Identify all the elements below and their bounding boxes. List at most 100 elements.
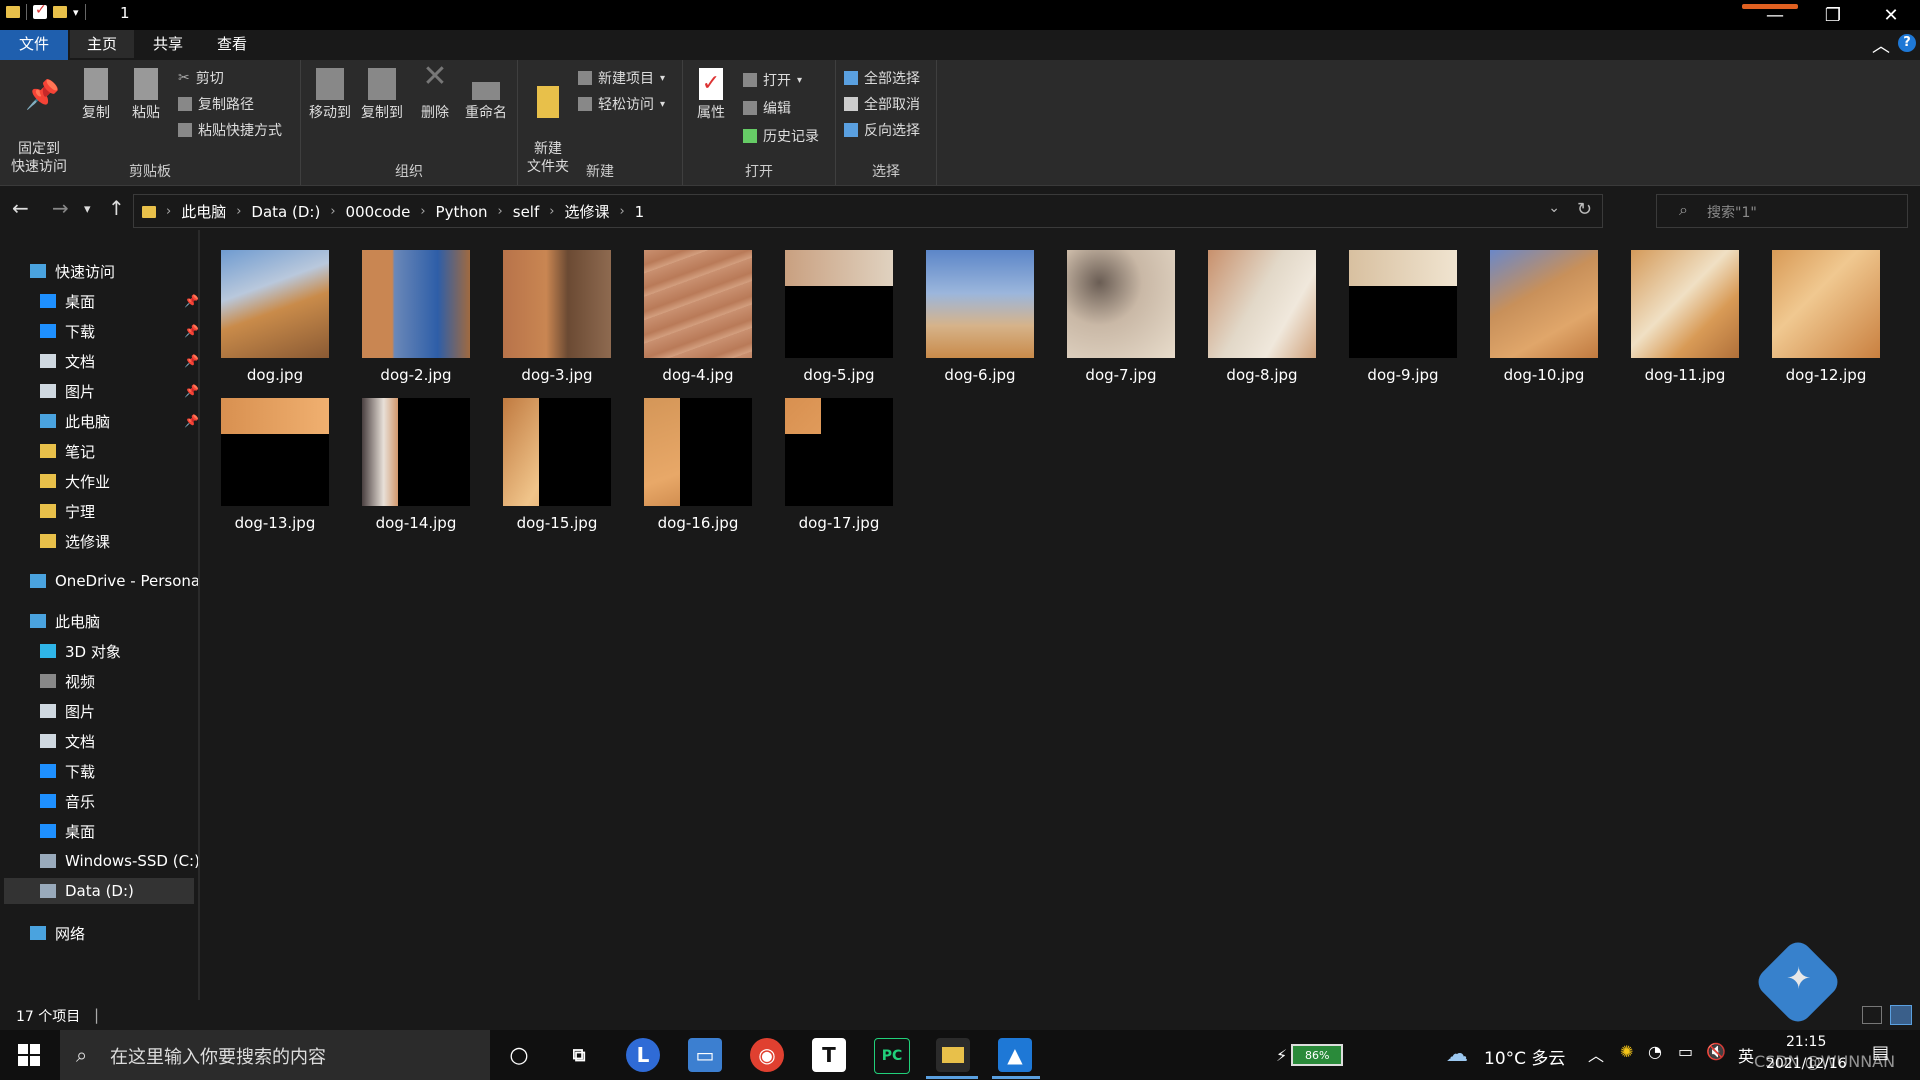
properties-button[interactable]: ✓ 属性: [689, 68, 733, 122]
back-arrow-icon[interactable]: ←: [12, 196, 29, 220]
refresh-icon[interactable]: ↻: [1577, 199, 1592, 220]
laptop-app-icon[interactable]: ▭: [688, 1038, 722, 1072]
collapse-ribbon-icon[interactable]: ︿: [1872, 32, 1890, 58]
up-arrow-icon[interactable]: ↑: [108, 196, 125, 220]
show-hidden-icons-icon[interactable]: ︿: [1588, 1042, 1604, 1066]
sidebar-item[interactable]: 桌面: [40, 818, 95, 844]
file-item[interactable]: dog-8.jpg: [1197, 240, 1327, 384]
breadcrumb-item[interactable]: Python: [436, 203, 488, 221]
sidebar-item[interactable]: 下载: [40, 758, 95, 784]
sidebar-item[interactable]: 文档 📌: [40, 348, 199, 374]
address-dropdown-icon[interactable]: ⌄: [1548, 200, 1560, 216]
file-item[interactable]: dog-9.jpg: [1338, 240, 1468, 384]
sidebar-item[interactable]: 宁理: [40, 498, 95, 524]
paste-button[interactable]: 粘贴: [126, 68, 166, 122]
address-bar[interactable]: › 此电脑 › Data (D:) › 000code › Python › self › 选修课 › 1…: [133, 194, 1603, 228]
sidebar-item[interactable]: Data (D:): [4, 878, 194, 904]
file-item[interactable]: dog-4.jpg: [633, 240, 763, 384]
sidebar-item[interactable]: 桌面 📌: [40, 288, 199, 314]
easy-access-button[interactable]: 轻松访问 ▾: [578, 94, 665, 114]
tab-share[interactable]: 共享: [136, 30, 200, 58]
file-explorer-icon[interactable]: [936, 1038, 970, 1072]
weather-text[interactable]: 10°C 多云: [1484, 1044, 1565, 1069]
close-icon[interactable]: ✕: [1862, 0, 1920, 30]
file-item[interactable]: dog-15.jpg: [492, 388, 622, 532]
history-button[interactable]: 历史记录: [743, 126, 819, 146]
sidebar-item[interactable]: Windows-SSD (C:): [40, 848, 200, 874]
file-item[interactable]: dog.jpg: [210, 240, 340, 384]
sidebar-item[interactable]: 视频: [40, 668, 95, 694]
pycharm-icon[interactable]: PC: [874, 1038, 910, 1074]
sidebar-item[interactable]: 图片: [40, 698, 95, 724]
cortana-icon[interactable]: ○: [502, 1038, 536, 1072]
breadcrumb-chevron-icon[interactable]: ›: [166, 204, 171, 219]
minimize-icon[interactable]: —: [1746, 0, 1804, 30]
cut-button[interactable]: ✂ 剪切: [178, 68, 224, 88]
start-windows-icon[interactable]: [18, 1044, 40, 1066]
invert-selection-button[interactable]: 反向选择: [844, 120, 920, 140]
input-language[interactable]: 英: [1738, 1043, 1754, 1067]
copy-path-button[interactable]: 复制路径: [178, 94, 254, 114]
wifi-icon[interactable]: ◔: [1648, 1042, 1662, 1061]
search-box[interactable]: ⌕ 搜索"1": [1656, 194, 1908, 228]
breadcrumb-item[interactable]: 选修课: [564, 201, 609, 222]
delete-button[interactable]: ✕ 删除: [415, 62, 455, 122]
sidebar-item[interactable]: 网络: [30, 920, 85, 946]
sidebar-item[interactable]: 图片 📌: [40, 378, 199, 404]
file-item[interactable]: dog-7.jpg: [1056, 240, 1186, 384]
new-folder-button[interactable]: 新建 文件夹: [524, 68, 572, 176]
properties-icon[interactable]: [33, 2, 47, 19]
clock-time[interactable]: 21:15: [1786, 1034, 1826, 1050]
sidebar-item[interactable]: OneDrive - Persona: [30, 568, 200, 594]
sidebar-item[interactable]: 此电脑 📌: [40, 408, 199, 434]
restore-icon[interactable]: ❐: [1804, 0, 1862, 30]
volume-muted-icon[interactable]: 🔇: [1706, 1042, 1726, 1061]
file-item[interactable]: dog-3.jpg: [492, 240, 622, 384]
battery-indicator[interactable]: ⚡ 86%: [1276, 1044, 1344, 1066]
chrome-icon[interactable]: ◉: [750, 1038, 784, 1072]
edit-button[interactable]: 编辑: [743, 98, 791, 118]
breadcrumb-item[interactable]: 1: [635, 203, 645, 221]
sidebar-item[interactable]: 大作业: [40, 468, 110, 494]
move-to-button[interactable]: 移动到: [305, 68, 355, 122]
typora-icon[interactable]: T: [812, 1038, 846, 1072]
sidebar-item[interactable]: 此电脑: [30, 608, 100, 634]
paste-shortcut-button[interactable]: 粘贴快捷方式: [178, 120, 282, 140]
file-item[interactable]: dog-5.jpg: [774, 240, 904, 384]
breadcrumb-item[interactable]: 000code: [346, 203, 411, 221]
copy-to-button[interactable]: 复制到: [357, 68, 407, 122]
breadcrumb-chevron-icon[interactable]: ›: [330, 204, 335, 219]
select-all-button[interactable]: 全部选择: [844, 68, 920, 88]
breadcrumb-item[interactable]: self: [513, 203, 540, 221]
file-item[interactable]: dog-2.jpg: [351, 240, 481, 384]
sidebar-item[interactable]: 3D 对象: [40, 638, 121, 664]
tab-home[interactable]: 主页: [70, 30, 134, 58]
sidebar-item[interactable]: 笔记: [40, 438, 95, 464]
sidebar-item[interactable]: 文档: [40, 728, 95, 754]
breadcrumb-chevron-icon[interactable]: ›: [236, 204, 241, 219]
tab-view[interactable]: 查看: [200, 30, 264, 58]
file-item[interactable]: dog-6.jpg: [915, 240, 1045, 384]
breadcrumb-chevron-icon[interactable]: ›: [420, 204, 425, 219]
help-icon[interactable]: ?: [1898, 34, 1916, 52]
app-l-icon[interactable]: L: [626, 1038, 660, 1072]
sidebar-item[interactable]: 快速访问: [30, 258, 115, 284]
breadcrumb-item[interactable]: 此电脑: [181, 201, 226, 222]
sidebar-item[interactable]: 下载 📌: [40, 318, 199, 344]
recent-locations-icon[interactable]: ▾: [84, 202, 91, 217]
select-none-button[interactable]: 全部取消: [844, 94, 920, 114]
file-item[interactable]: dog-10.jpg: [1479, 240, 1609, 384]
file-item[interactable]: dog-14.jpg: [351, 388, 481, 532]
customize-dropdown-icon[interactable]: ▾: [73, 6, 79, 19]
copy-button[interactable]: 复制: [76, 68, 116, 122]
forward-arrow-icon[interactable]: →: [52, 196, 69, 220]
open-button[interactable]: 打开 ▾: [743, 70, 802, 90]
sidebar-scrollbar[interactable]: [198, 230, 200, 1000]
file-item[interactable]: dog-12.jpg: [1761, 240, 1891, 384]
taskbar-search-box[interactable]: ⌕ 在这里输入你要搜索的内容: [60, 1030, 490, 1080]
breadcrumb-chevron-icon[interactable]: ›: [619, 204, 624, 219]
file-item[interactable]: dog-11.jpg: [1620, 240, 1750, 384]
task-view-icon[interactable]: ⧉: [562, 1038, 596, 1072]
file-item[interactable]: dog-13.jpg: [210, 388, 340, 532]
qq-icon[interactable]: ✺: [1620, 1042, 1633, 1061]
